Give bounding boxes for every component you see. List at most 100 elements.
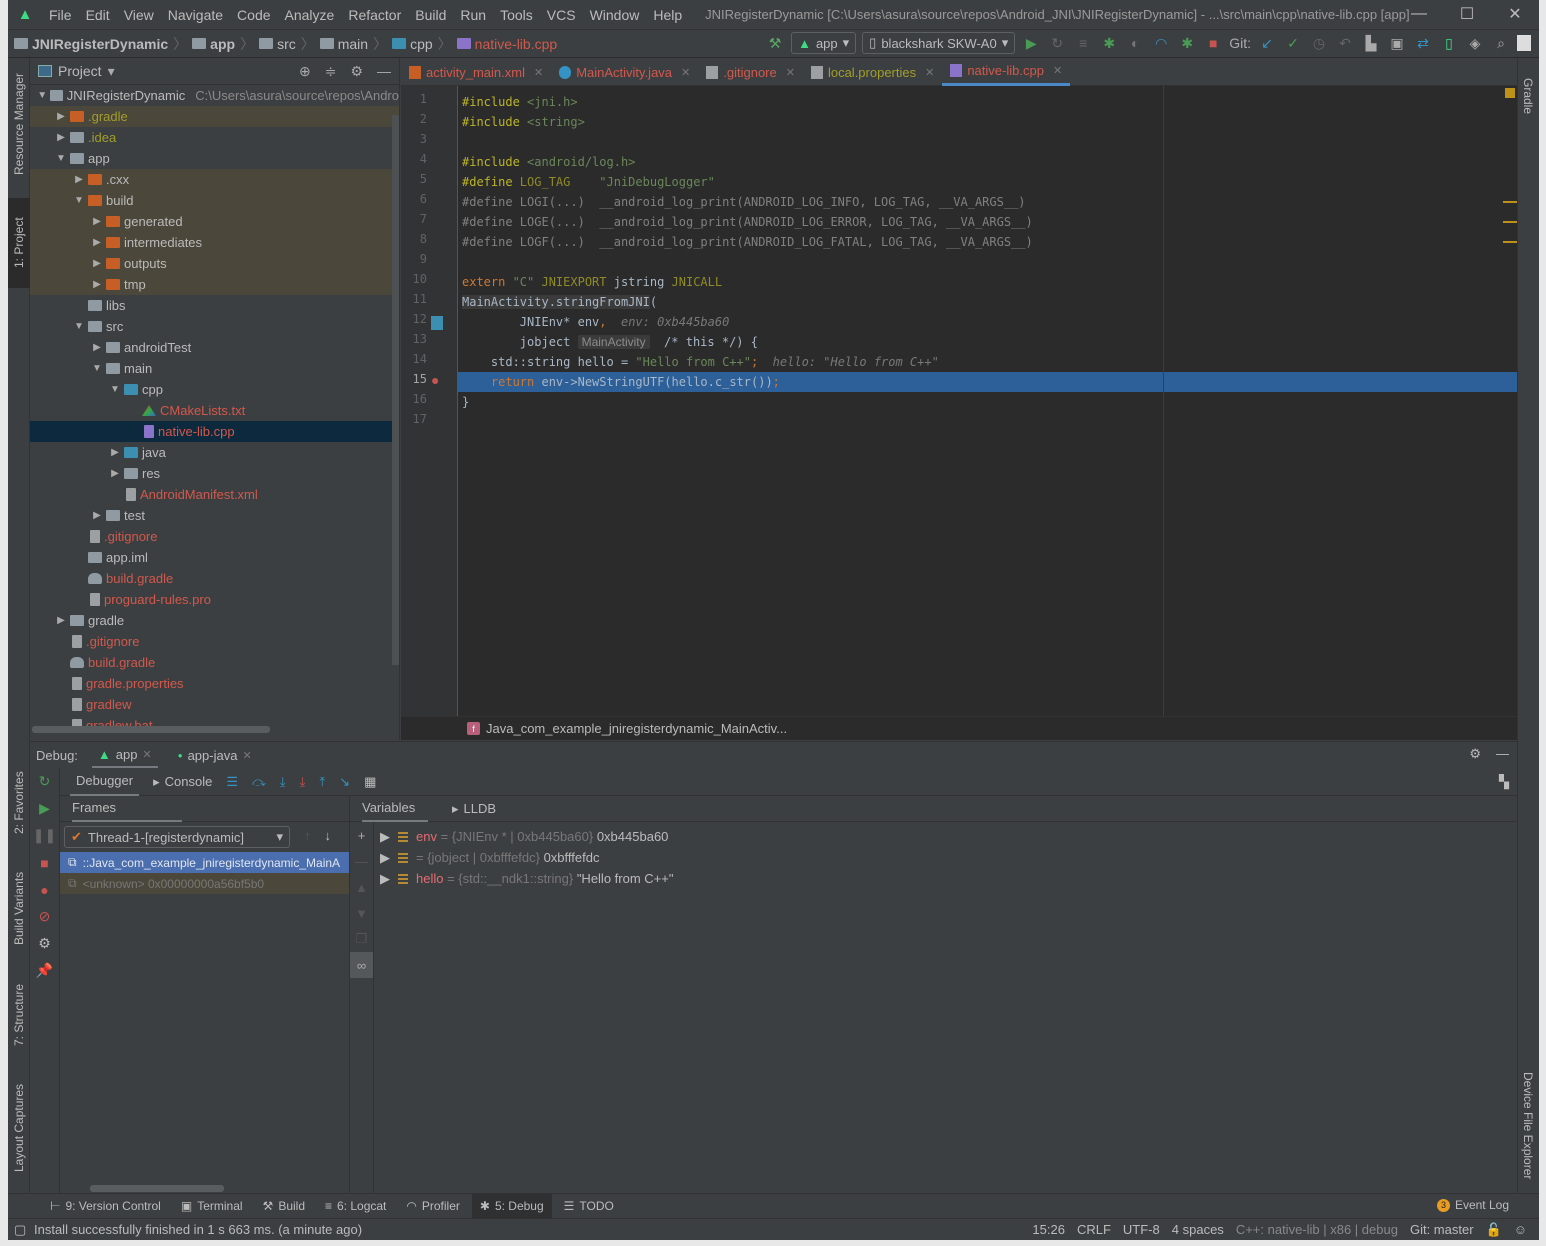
code-line[interactable] [458, 252, 1517, 272]
warning-stripe[interactable] [1503, 201, 1517, 203]
menu-window[interactable]: Window [583, 7, 647, 23]
tree-item[interactable]: ▶ outputs [30, 253, 399, 274]
tab-variables[interactable]: Variables [362, 796, 428, 822]
toggle-tool-windows-icon[interactable]: ▢ [14, 1222, 26, 1238]
tool-window-button[interactable]: ⊢ 9: Version Control [42, 1194, 169, 1219]
menu-edit[interactable]: Edit [79, 7, 117, 23]
debug-session-tab-app-java[interactable]: ● app-java ✕ [172, 742, 258, 768]
expand-arrow-icon[interactable]: ▶ [380, 829, 390, 845]
breadcrumb-item[interactable]: JNIRegisterDynamic [14, 36, 168, 52]
apply-changes-icon[interactable]: ↻ [1047, 32, 1067, 54]
view-breakpoints-icon[interactable]: ● [30, 876, 59, 903]
gear-icon[interactable]: ⚙ [1469, 746, 1481, 762]
tree-item[interactable]: ▶ generated [30, 211, 399, 232]
tree-item[interactable]: ▼ main [30, 358, 399, 379]
evaluate-expression-icon[interactable]: ▦ [364, 774, 376, 790]
breadcrumb-item[interactable]: cpp [392, 36, 433, 52]
tree-item[interactable]: ▶ intermediates [30, 232, 399, 253]
tree-item[interactable]: ▶ androidTest [30, 337, 399, 358]
code-line[interactable]: JNIEnv* env, env: 0xb445ba60 [458, 312, 1517, 332]
code-line[interactable] [458, 132, 1517, 152]
hide-panel-icon[interactable]: — [377, 63, 391, 80]
search-icon[interactable]: ⌕ [1491, 32, 1511, 54]
code-line[interactable]: #define LOG_TAG "JniDebugLogger" [458, 172, 1517, 192]
tree-item[interactable]: ▶ tmp [30, 274, 399, 295]
close-icon[interactable]: ✕ [681, 66, 690, 79]
tab-lldb[interactable]: ▸ LLDB [452, 801, 496, 817]
hide-panel-icon[interactable]: — [1496, 746, 1509, 761]
expanded-arrow-icon[interactable]: ▼ [72, 321, 86, 332]
tab-debugger[interactable]: Debugger [70, 768, 140, 796]
project-structure-icon[interactable]: ▙ [1361, 32, 1381, 54]
git-update-icon[interactable]: ↙ [1257, 32, 1277, 54]
stop-icon[interactable]: ■ [1203, 32, 1223, 54]
code-line[interactable]: #include <jni.h> [458, 92, 1517, 112]
function-breadcrumb[interactable]: f Java_com_example_jniregisterdynamic_Ma… [401, 716, 1517, 740]
run-icon[interactable]: ▶ [1021, 32, 1041, 54]
tool-tab-structure[interactable]: 7: Structure [8, 970, 30, 1060]
device-select[interactable]: ▯ blackshark SKW-A0 ▾ [862, 32, 1016, 54]
locate-file-icon[interactable]: ⊕ [299, 63, 311, 80]
frames-scrollbar[interactable] [90, 1185, 224, 1192]
editor-tab[interactable]: native-lib.cpp ✕ [942, 58, 1071, 86]
maximize-button[interactable]: ☐ [1443, 0, 1491, 28]
tree-item[interactable]: .gitignore [30, 631, 399, 652]
run-to-cursor-icon[interactable]: ↘ [339, 774, 350, 790]
tool-window-button[interactable]: ▣ Terminal [173, 1194, 251, 1219]
tree-item[interactable]: native-lib.cpp [30, 421, 399, 442]
expanded-arrow-icon[interactable]: ▼ [54, 153, 68, 164]
show-watches-icon[interactable]: ∞ [350, 952, 373, 978]
stack-frame[interactable]: ⧉::Java_com_example_jniregisterdynamic_M… [60, 852, 349, 873]
code-area[interactable]: #include <jni.h> #include <string> #includ… [458, 86, 1517, 716]
tree-item[interactable]: gradlew [30, 694, 399, 715]
debug-session-tab-app[interactable]: ▲ app ✕ [91, 742, 158, 768]
remove-watch-icon[interactable]: — [350, 848, 373, 874]
tree-item[interactable]: ▼ build [30, 190, 399, 211]
code-line[interactable]: jobject MainActivity /* this */) { [458, 332, 1517, 352]
collapsed-arrow-icon[interactable]: ▶ [90, 279, 104, 290]
debug-attach-icon[interactable]: ✱ [1177, 32, 1197, 54]
add-watch-icon[interactable]: + [350, 822, 373, 848]
expand-arrow-icon[interactable]: ▶ [380, 871, 390, 887]
close-icon[interactable]: ✕ [925, 66, 934, 79]
device-manager-icon[interactable]: ◈ [1465, 32, 1485, 54]
gear-icon[interactable]: ⚙ [350, 63, 363, 80]
expanded-arrow-icon[interactable]: ▼ [36, 90, 48, 101]
tool-window-button[interactable]: ⚒ Build [255, 1194, 313, 1219]
close-icon[interactable]: ✕ [786, 66, 795, 79]
rerun-icon[interactable]: ↻ [30, 768, 59, 795]
tool-window-button[interactable]: ☰ TODO [556, 1194, 622, 1219]
thread-select[interactable]: ✔ Thread-1-[registerdynamic] ▾ [64, 826, 290, 848]
frame-up-icon[interactable]: ↑ [304, 828, 311, 843]
warning-stripe[interactable] [1503, 241, 1517, 243]
tree-item[interactable]: ▶ test [30, 505, 399, 526]
editor-tab[interactable]: activity_main.xml ✕ [401, 58, 551, 86]
tree-item[interactable]: ▶ .cxx [30, 169, 399, 190]
menu-tools[interactable]: Tools [493, 7, 540, 23]
breadcrumb-item[interactable]: main [319, 36, 368, 52]
code-line[interactable]: extern "C" JNIEXPORT jstring JNICALL [458, 272, 1517, 292]
menu-code[interactable]: Code [230, 7, 277, 23]
tree-item[interactable]: ▶ .gradle [30, 106, 399, 127]
collapsed-arrow-icon[interactable]: ▶ [90, 237, 104, 248]
tree-item[interactable]: app.iml [30, 547, 399, 568]
jni-method-icon[interactable] [431, 316, 443, 330]
status-message[interactable]: Install successfully finished in 1 s 663… [8, 1222, 362, 1237]
editor-tab[interactable]: .gitignore ✕ [698, 58, 803, 86]
git-commit-icon[interactable]: ✓ [1283, 32, 1303, 54]
code-line[interactable]: return env->NewStringUTF(hello.c_str()); [458, 372, 1517, 392]
tree-vertical-scrollbar[interactable] [392, 115, 399, 665]
menu-view[interactable]: View [117, 7, 161, 23]
collapse-all-icon[interactable]: ≑ [325, 63, 337, 80]
code-line[interactable]: } [458, 392, 1517, 412]
tool-tab-favorites[interactable]: 2: Favorites [8, 758, 30, 848]
make-project-hammer-icon[interactable]: ⚒ [765, 32, 785, 54]
debug-icon[interactable]: ✱ [1099, 32, 1119, 54]
tree-item[interactable]: ▶ res [30, 463, 399, 484]
tree-item[interactable]: ▼ app [30, 148, 399, 169]
line-separator[interactable]: CRLF [1077, 1222, 1111, 1237]
tree-item[interactable]: build.gradle [30, 568, 399, 589]
warning-stripe[interactable] [1503, 221, 1517, 223]
force-step-into-icon[interactable]: ⤓ [300, 774, 306, 790]
variable-row[interactable]: ▶ env = {JNIEnv * | 0xb445ba60} 0xb445ba6… [380, 826, 668, 847]
